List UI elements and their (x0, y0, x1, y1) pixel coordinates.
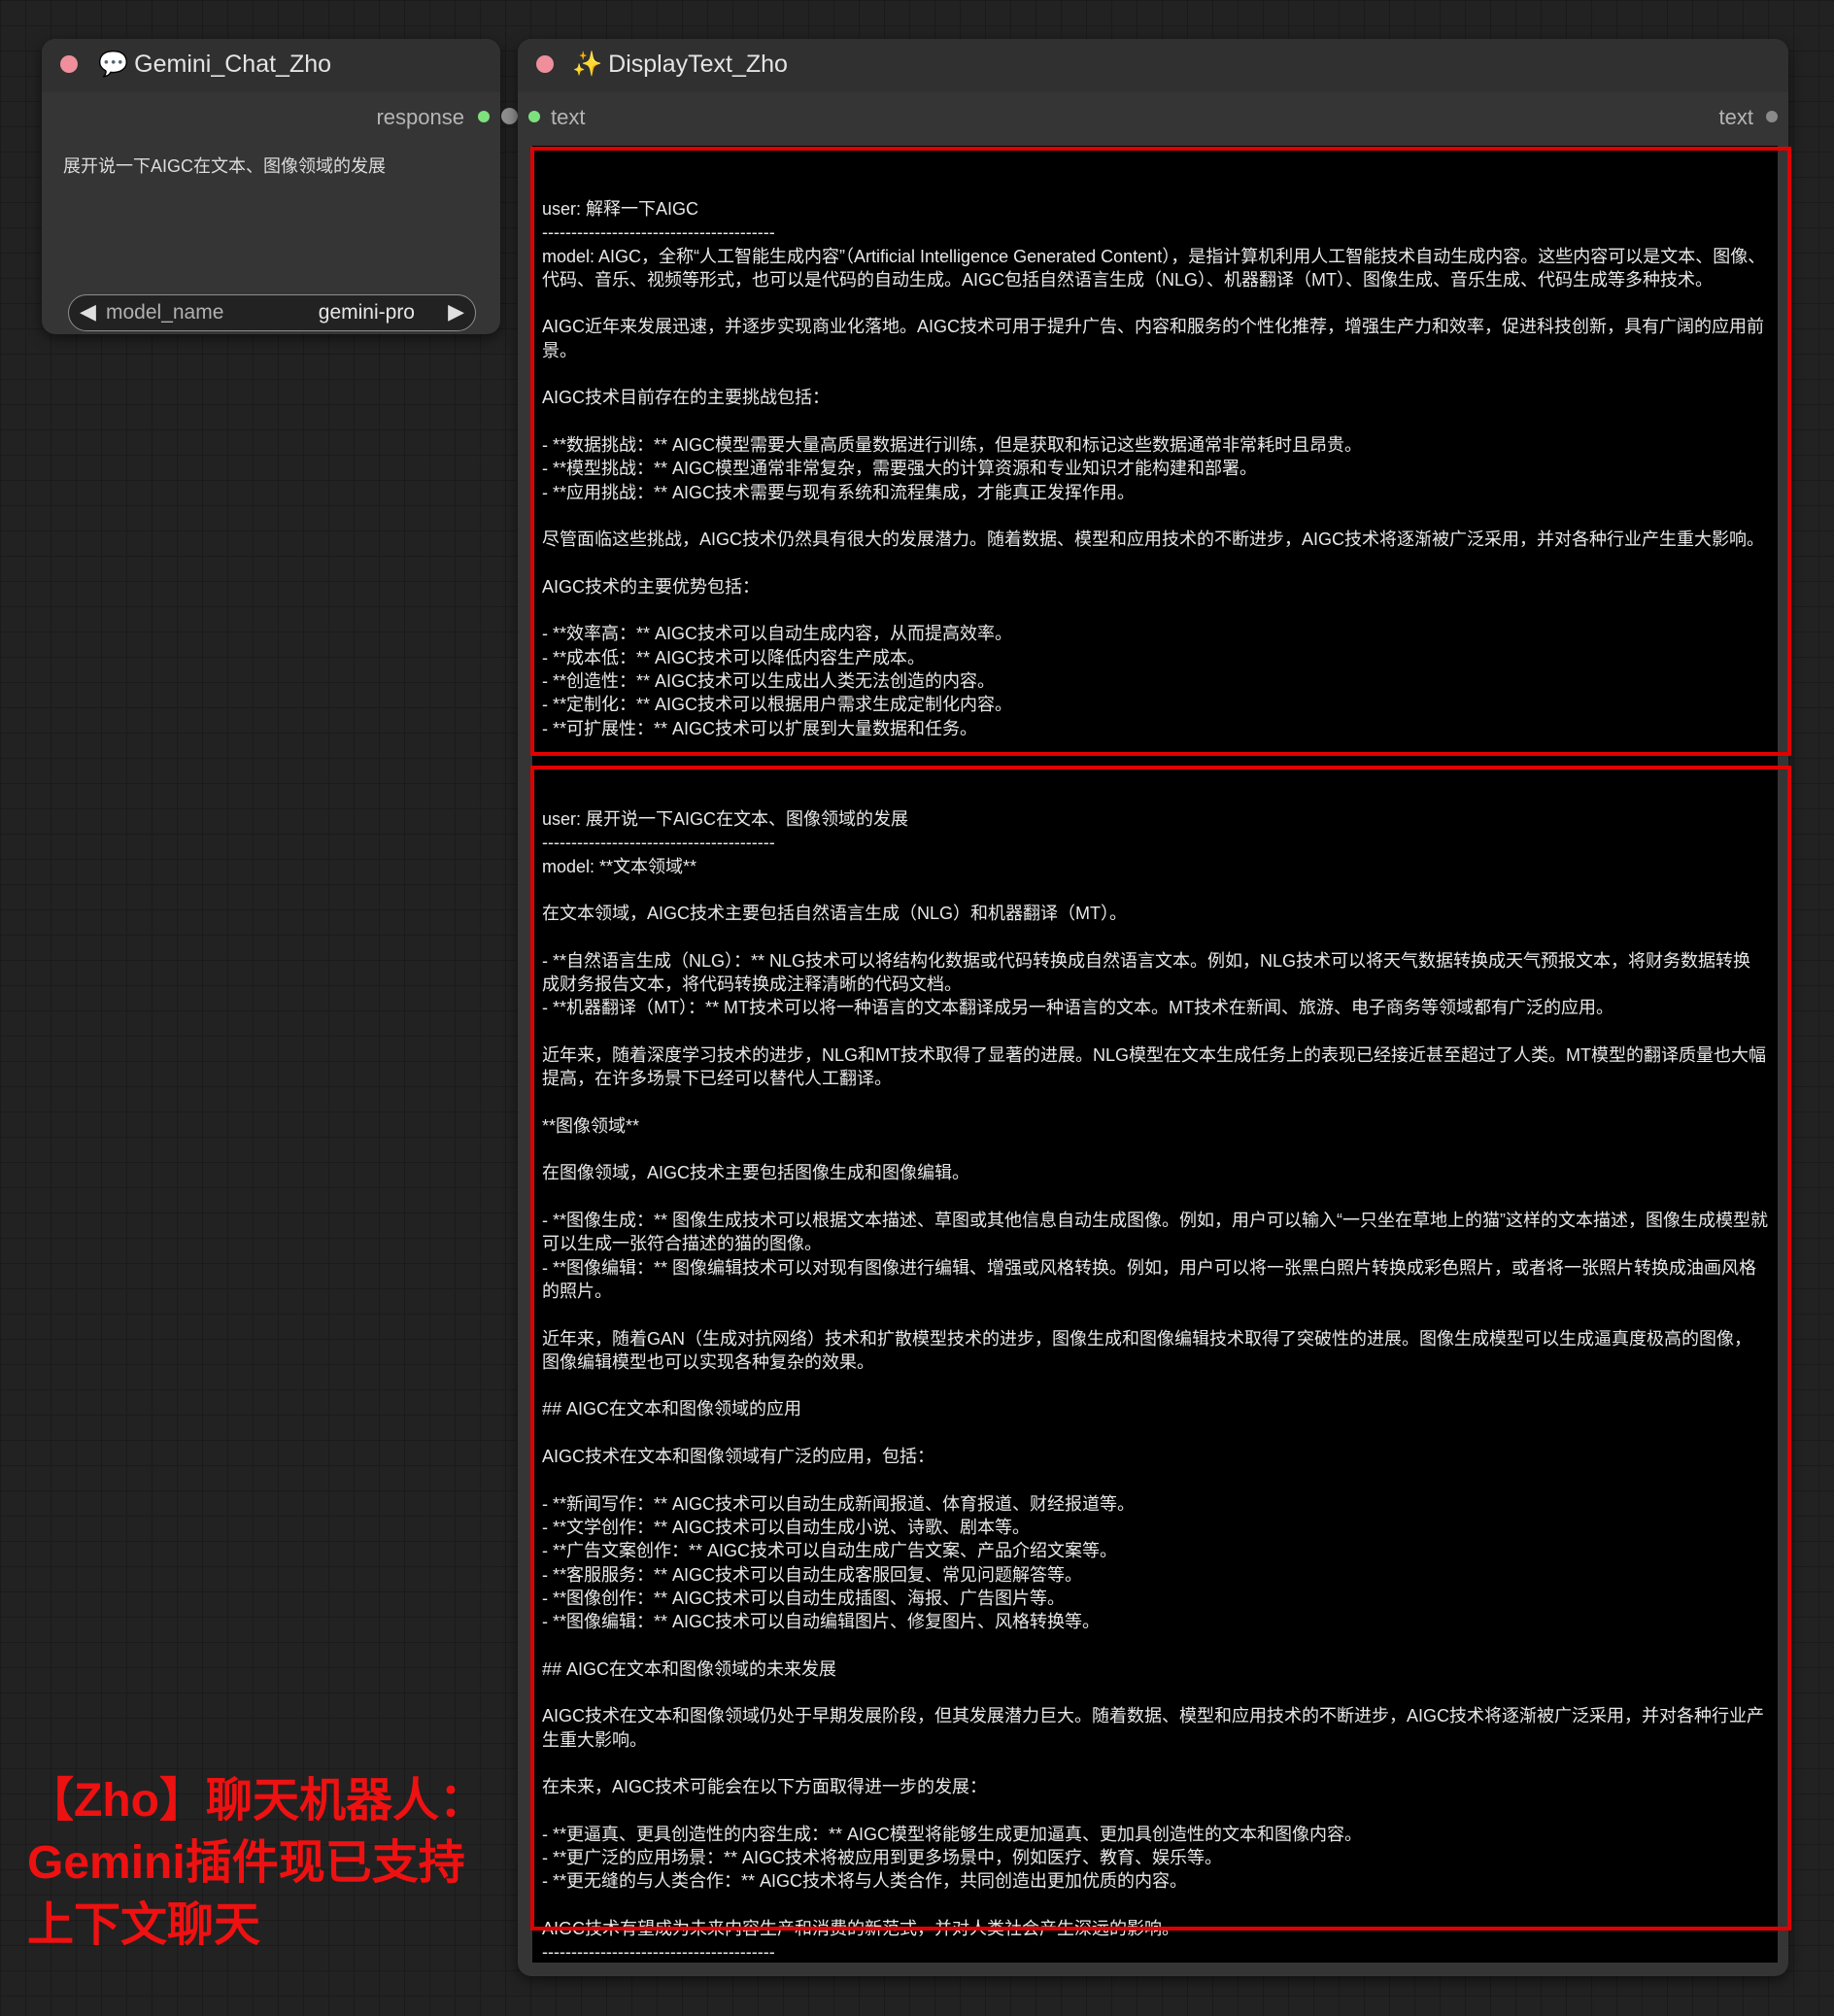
collapse-toggle[interactable] (536, 55, 554, 73)
highlight-frame-turn-1 (530, 147, 1791, 756)
response-output-slot[interactable] (478, 111, 490, 122)
combo-label: model_name (106, 301, 224, 324)
collapse-toggle[interactable] (60, 55, 78, 73)
prompt-textarea[interactable]: 展开说一下AIGC在文本、图像领域的发展 (63, 154, 479, 309)
model-name-combo[interactable]: ◀ model_name gemini-pro ▶ (68, 294, 476, 331)
node-title: 💬 Gemini_Chat_Zho (98, 51, 332, 78)
link-connector-dot[interactable] (501, 108, 518, 124)
caption-line-3: 上下文聊天 (27, 1899, 261, 1951)
gemini-chat-node[interactable]: 💬 Gemini_Chat_Zho response 展开说一下AIGC在文本、图… (42, 39, 500, 334)
response-output-label: response (376, 105, 464, 129)
caption-line-2: Gemini插件现已支持 (27, 1837, 465, 1889)
caption-line-1: 【Zho】聊天机器人： (27, 1775, 486, 1827)
promo-caption: 【Zho】聊天机器人： Gemini插件现已支持 上下文聊天 (27, 1770, 493, 1957)
combo-value: gemini-pro (318, 301, 415, 324)
text-output-label: text (1718, 105, 1753, 129)
highlight-frame-turn-2 (530, 766, 1791, 1931)
combo-right-arrow-icon[interactable]: ▶ (448, 299, 464, 325)
speech-bubble-icon: 💬 (98, 51, 129, 78)
text-input-label: text (551, 105, 586, 129)
text-output-slot[interactable] (1766, 111, 1778, 122)
sparkles-icon: ✨ (572, 51, 603, 78)
node-title: ✨ DisplayText_Zho (572, 51, 788, 78)
combo-left-arrow-icon[interactable]: ◀ (80, 299, 96, 325)
text-input-slot[interactable] (528, 111, 540, 122)
